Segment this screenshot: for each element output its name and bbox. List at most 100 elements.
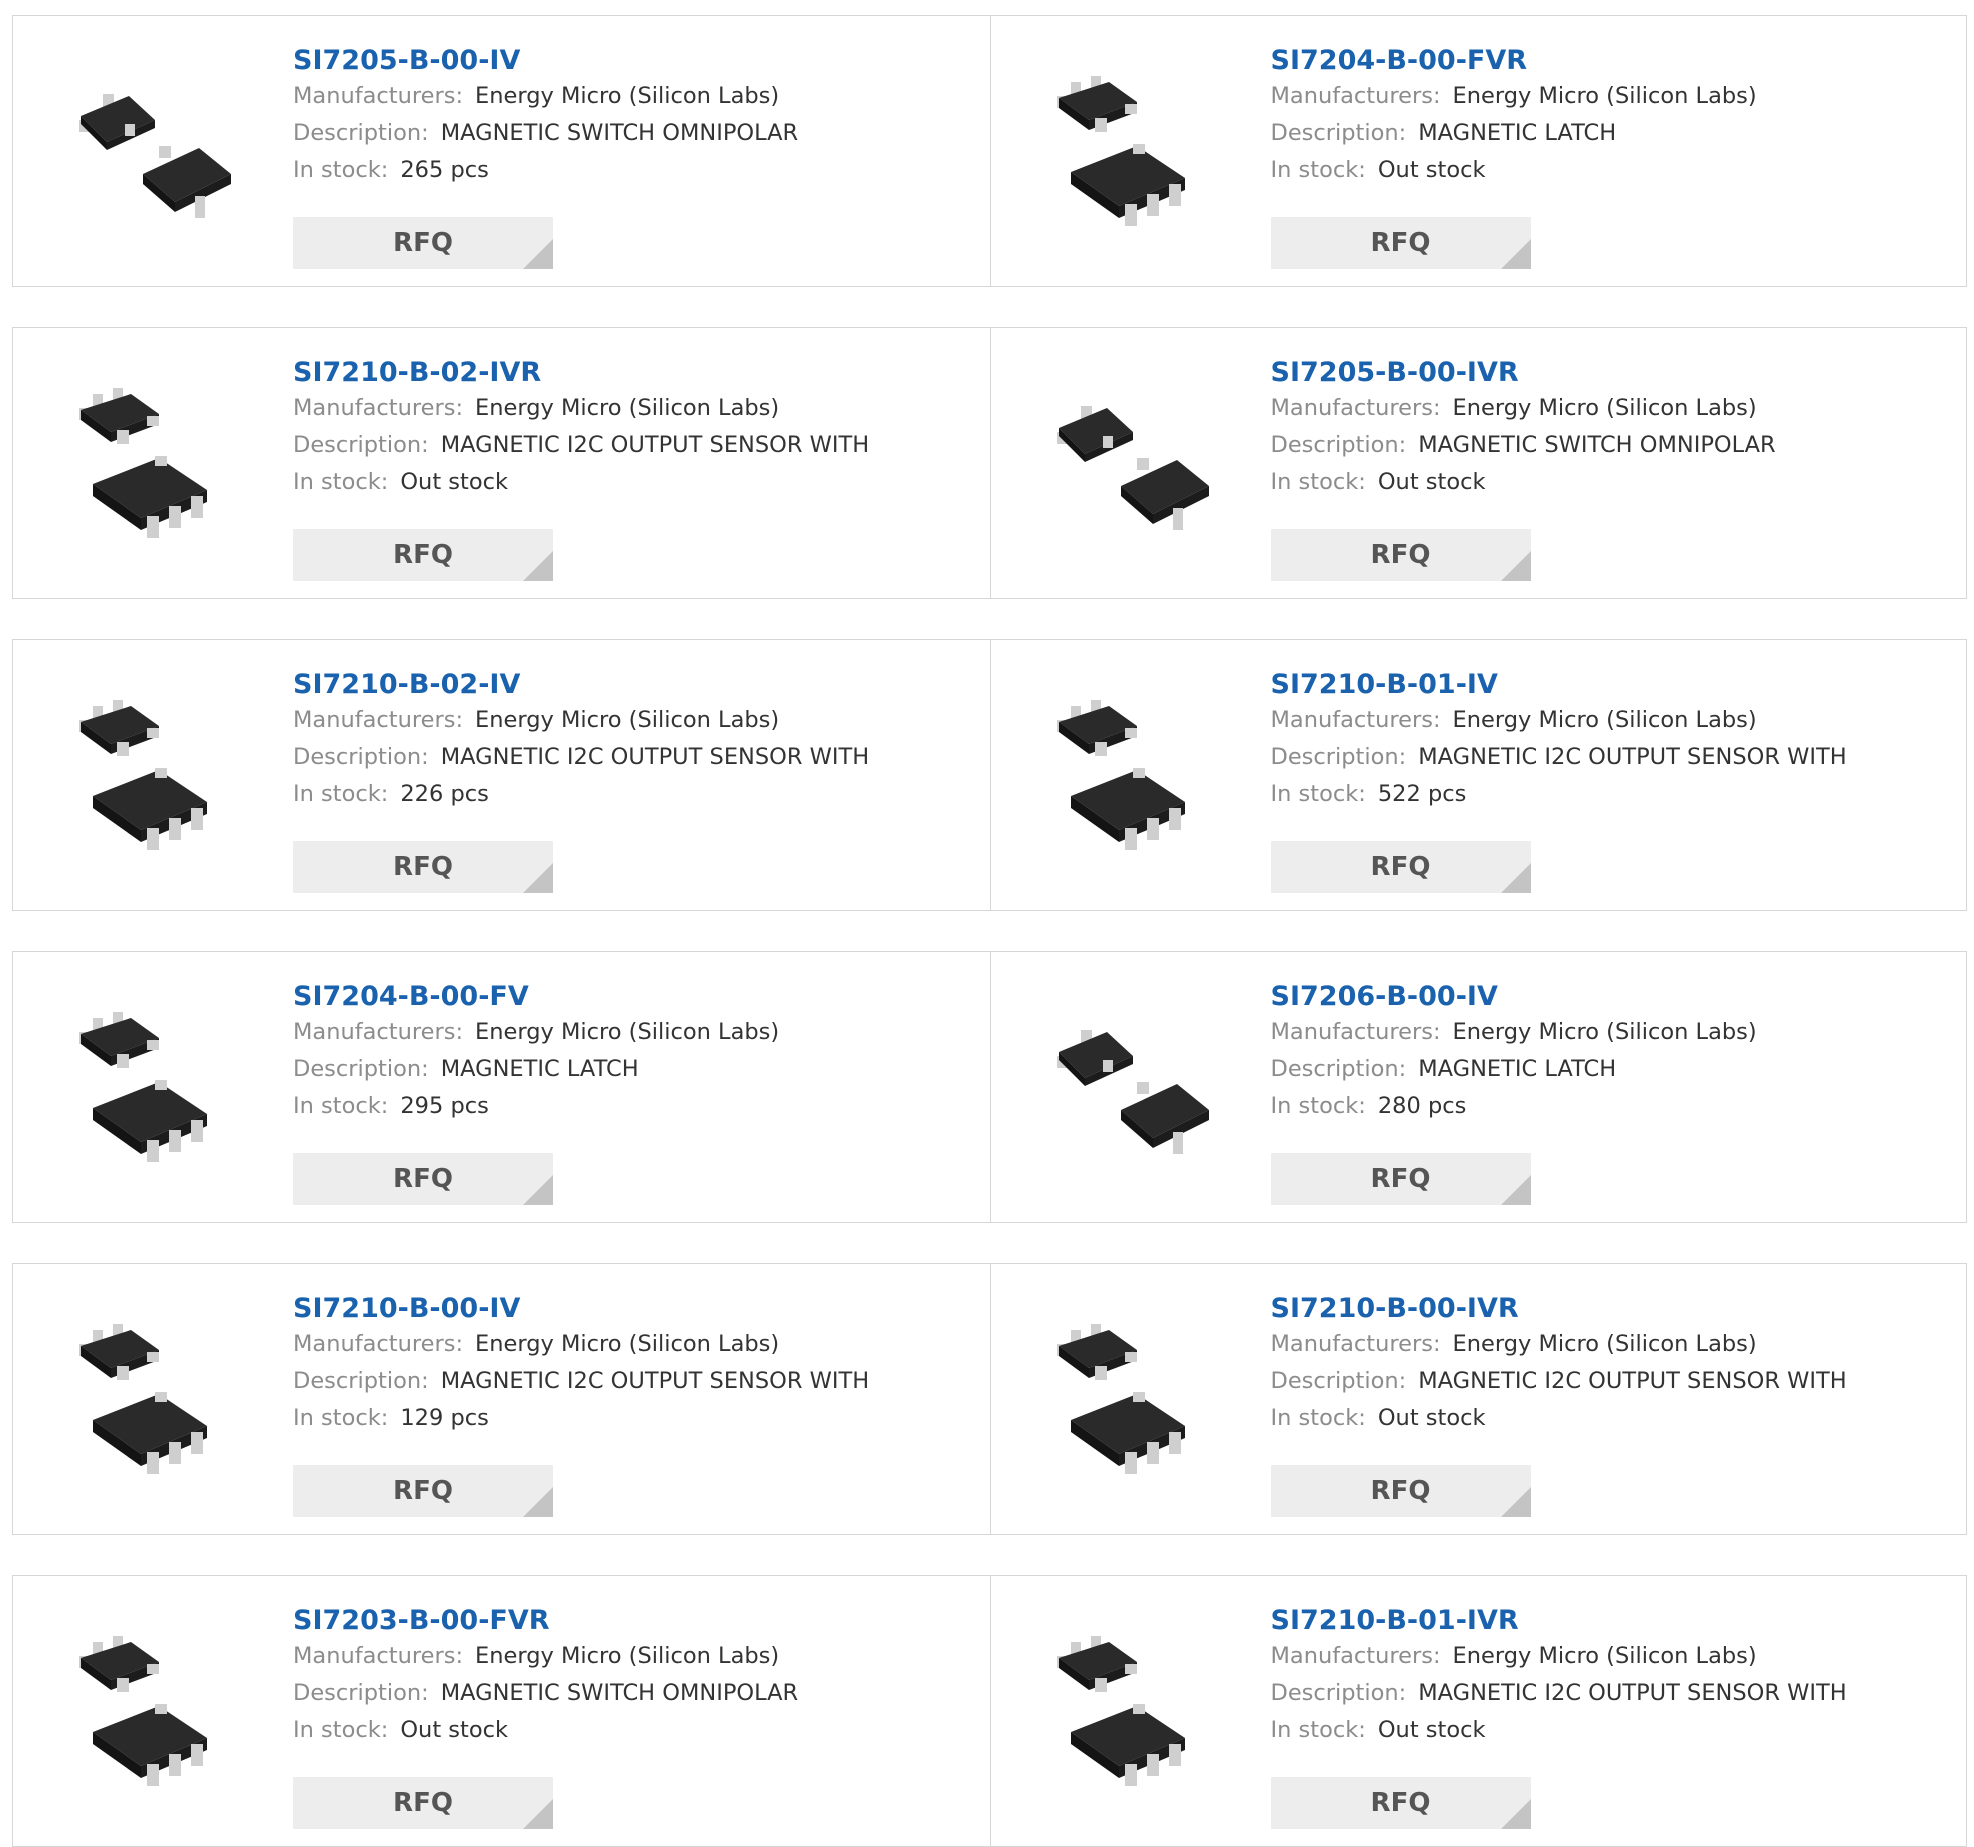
rfq-button[interactable]: RFQ bbox=[293, 841, 553, 893]
stock-value: Out stock bbox=[1377, 1405, 1486, 1431]
corner-triangle-icon bbox=[523, 1799, 553, 1829]
product-card: SI7205-B-00-IV Manufacturers: Energy Micr… bbox=[13, 16, 990, 286]
stock-value: Out stock bbox=[1377, 469, 1486, 495]
product-image[interactable] bbox=[51, 366, 251, 566]
part-number-link[interactable]: SI7205-B-00-IV bbox=[293, 44, 980, 78]
stock-label: In stock: bbox=[293, 1717, 389, 1743]
stock-value: Out stock bbox=[400, 1717, 508, 1743]
rfq-button[interactable]: RFQ bbox=[293, 529, 553, 581]
rfq-button[interactable]: RFQ bbox=[293, 217, 553, 269]
product-info: SI7204-B-00-FV Manufacturers: Energy Micr… bbox=[293, 980, 980, 1125]
manufacturer-row: Manufacturers: Energy Micro (Silicon Labs… bbox=[1271, 390, 1957, 427]
corner-triangle-icon bbox=[1500, 1799, 1531, 1829]
product-image[interactable] bbox=[1029, 1614, 1229, 1814]
manufacturer-value: Energy Micro (Silicon Labs) bbox=[1452, 1019, 1757, 1045]
product-image[interactable] bbox=[51, 678, 251, 878]
stock-label: In stock: bbox=[293, 157, 389, 183]
manufacturer-label: Manufacturers: bbox=[1270, 1019, 1441, 1045]
manufacturer-value: Energy Micro (Silicon Labs) bbox=[1452, 83, 1757, 109]
product-image[interactable] bbox=[51, 990, 251, 1190]
manufacturer-value: Energy Micro (Silicon Labs) bbox=[475, 1643, 780, 1669]
manufacturer-value: Energy Micro (Silicon Labs) bbox=[475, 707, 780, 733]
part-number-link[interactable]: SI7210-B-00-IV bbox=[293, 1292, 980, 1326]
manufacturer-row: Manufacturers: Energy Micro (Silicon Labs… bbox=[1271, 78, 1957, 115]
product-image[interactable] bbox=[1029, 366, 1229, 566]
manufacturer-row: Manufacturers: Energy Micro (Silicon Labs… bbox=[293, 390, 980, 427]
part-number-link[interactable]: SI7210-B-01-IVR bbox=[1271, 1604, 1957, 1638]
sot23-3-package-icon bbox=[1056, 406, 1209, 530]
product-card: SI7206-B-00-IV Manufacturers: Energy Micr… bbox=[989, 952, 1967, 1222]
stock-label: In stock: bbox=[1270, 781, 1366, 807]
corner-triangle-icon bbox=[523, 239, 553, 269]
product-image[interactable] bbox=[1029, 990, 1229, 1190]
manufacturer-row: Manufacturers: Energy Micro (Silicon Labs… bbox=[293, 1326, 980, 1363]
product-image[interactable] bbox=[51, 1614, 251, 1814]
part-number-link[interactable]: SI7203-B-00-FVR bbox=[293, 1604, 980, 1638]
product-card: SI7203-B-00-FVR Manufacturers: Energy Mic… bbox=[13, 1576, 990, 1846]
description-row: Description: MAGNETIC SWITCH OMNIPOLAR bbox=[293, 1675, 980, 1712]
part-number-link[interactable]: SI7204-B-00-FVR bbox=[1271, 44, 1957, 78]
rfq-button-label: RFQ bbox=[393, 228, 453, 258]
rfq-button[interactable]: RFQ bbox=[293, 1465, 553, 1517]
description-value: MAGNETIC SWITCH OMNIPOLAR bbox=[440, 120, 799, 146]
stock-row: In stock: Out stock bbox=[1271, 152, 1957, 189]
rfq-button[interactable]: RFQ bbox=[1270, 1465, 1531, 1517]
part-number-link[interactable]: SI7210-B-02-IVR bbox=[293, 356, 980, 390]
rfq-button[interactable]: RFQ bbox=[293, 1153, 553, 1205]
manufacturer-value: Energy Micro (Silicon Labs) bbox=[1452, 1331, 1757, 1357]
manufacturer-label: Manufacturers: bbox=[1270, 395, 1441, 421]
manufacturer-value: Energy Micro (Silicon Labs) bbox=[475, 1019, 780, 1045]
manufacturer-row: Manufacturers: Energy Micro (Silicon Labs… bbox=[293, 78, 980, 115]
rfq-button[interactable]: RFQ bbox=[1270, 1777, 1531, 1829]
product-row: SI7204-B-00-FV Manufacturers: Energy Micr… bbox=[12, 951, 1967, 1223]
product-image[interactable] bbox=[51, 54, 251, 254]
part-number-link[interactable]: SI7205-B-00-IVR bbox=[1271, 356, 1957, 390]
product-card: SI7210-B-02-IV Manufacturers: Energy Micr… bbox=[13, 640, 990, 910]
rfq-button-label: RFQ bbox=[393, 1476, 453, 1506]
description-label: Description: bbox=[293, 1056, 429, 1082]
rfq-button[interactable]: RFQ bbox=[293, 1777, 553, 1829]
manufacturer-row: Manufacturers: Energy Micro (Silicon Labs… bbox=[1271, 702, 1957, 739]
description-label: Description: bbox=[293, 1680, 429, 1706]
rfq-button[interactable]: RFQ bbox=[1270, 1153, 1531, 1205]
part-number-link[interactable]: SI7204-B-00-FV bbox=[293, 980, 980, 1014]
product-image[interactable] bbox=[1029, 678, 1229, 878]
description-label: Description: bbox=[293, 432, 429, 458]
description-label: Description: bbox=[293, 744, 429, 770]
description-value: MAGNETIC LATCH bbox=[440, 1056, 639, 1082]
description-row: Description: MAGNETIC LATCH bbox=[293, 1051, 980, 1088]
rfq-button[interactable]: RFQ bbox=[1270, 529, 1531, 581]
manufacturer-value: Energy Micro (Silicon Labs) bbox=[475, 395, 780, 421]
description-row: Description: MAGNETIC I2C OUTPUT SENSOR W… bbox=[1271, 1675, 1957, 1712]
product-info: SI7210-B-01-IV Manufacturers: Energy Micr… bbox=[1271, 668, 1957, 813]
corner-triangle-icon bbox=[1500, 1487, 1531, 1517]
stock-value: 129 pcs bbox=[400, 1405, 489, 1431]
description-row: Description: MAGNETIC SWITCH OMNIPOLAR bbox=[293, 115, 980, 152]
rfq-button-label: RFQ bbox=[1370, 1476, 1431, 1506]
product-image[interactable] bbox=[51, 1302, 251, 1502]
rfq-button[interactable]: RFQ bbox=[1270, 217, 1531, 269]
product-info: SI7205-B-00-IV Manufacturers: Energy Micr… bbox=[293, 44, 980, 189]
description-value: MAGNETIC I2C OUTPUT SENSOR WITH bbox=[1418, 1680, 1847, 1706]
part-number-link[interactable]: SI7210-B-02-IV bbox=[293, 668, 980, 702]
product-image[interactable] bbox=[1029, 54, 1229, 254]
product-info: SI7204-B-00-FVR Manufacturers: Energy Mic… bbox=[1271, 44, 1957, 189]
manufacturer-row: Manufacturers: Energy Micro (Silicon Labs… bbox=[293, 1638, 980, 1675]
rfq-button[interactable]: RFQ bbox=[1270, 841, 1531, 893]
manufacturer-label: Manufacturers: bbox=[293, 1331, 464, 1357]
manufacturer-label: Manufacturers: bbox=[293, 83, 464, 109]
manufacturer-label: Manufacturers: bbox=[293, 1019, 464, 1045]
part-number-link[interactable]: SI7206-B-00-IV bbox=[1271, 980, 1957, 1014]
product-info: SI7203-B-00-FVR Manufacturers: Energy Mic… bbox=[293, 1604, 980, 1749]
part-number-link[interactable]: SI7210-B-00-IVR bbox=[1271, 1292, 1957, 1326]
manufacturer-value: Energy Micro (Silicon Labs) bbox=[1452, 1643, 1757, 1669]
product-image[interactable] bbox=[1029, 1302, 1229, 1502]
product-info: SI7210-B-00-IV Manufacturers: Energy Micr… bbox=[293, 1292, 980, 1437]
stock-value: Out stock bbox=[1377, 1717, 1486, 1743]
part-number-link[interactable]: SI7210-B-01-IV bbox=[1271, 668, 1957, 702]
description-row: Description: MAGNETIC I2C OUTPUT SENSOR W… bbox=[293, 739, 980, 776]
description-value: MAGNETIC SWITCH OMNIPOLAR bbox=[1418, 432, 1776, 458]
stock-value: 226 pcs bbox=[400, 781, 489, 807]
product-card: SI7210-B-02-IVR Manufacturers: Energy Mic… bbox=[13, 328, 990, 598]
stock-row: In stock: 295 pcs bbox=[293, 1088, 980, 1125]
